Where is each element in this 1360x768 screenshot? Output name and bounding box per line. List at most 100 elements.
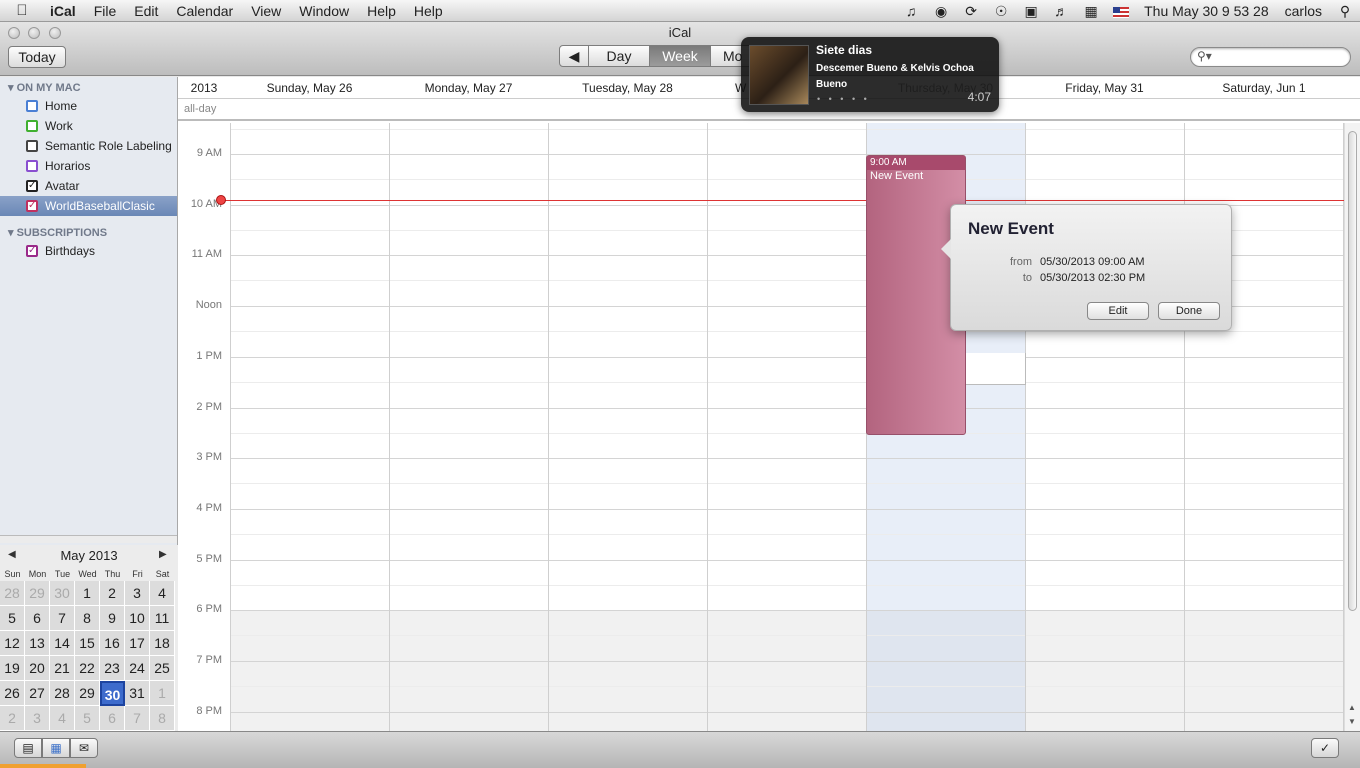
search-input[interactable]: ⚲▾ bbox=[1190, 47, 1351, 67]
spotlight-search-icon[interactable]: ⚲ bbox=[1330, 3, 1360, 20]
mini-day-cell[interactable]: 8 bbox=[150, 706, 175, 731]
sidebar-item-horarios[interactable]: Horarios bbox=[0, 156, 177, 176]
menubar-user[interactable]: carlos bbox=[1277, 3, 1330, 19]
mini-day-cell[interactable]: 3 bbox=[125, 581, 150, 606]
sidebar-item-worldbaseballclasic[interactable]: ✓ WorldBaseballClasic bbox=[0, 196, 177, 216]
mini-day-cell[interactable]: 7 bbox=[125, 706, 150, 731]
mini-day-cell[interactable]: 12 bbox=[0, 631, 25, 656]
sidebar-item-semantic-role-labeling[interactable]: Semantic Role Labeling bbox=[0, 136, 177, 156]
menu-app-ical[interactable]: iCal bbox=[44, 3, 85, 19]
mini-day-cell[interactable]: 8 bbox=[75, 606, 100, 631]
mini-day-cell[interactable]: 6 bbox=[25, 606, 50, 631]
pin-icon[interactable]: ✓ bbox=[1311, 738, 1339, 758]
mini-day-cell[interactable]: 30 bbox=[50, 581, 75, 606]
mini-day-cell[interactable]: 2 bbox=[0, 706, 25, 731]
menu-help[interactable]: Help bbox=[358, 3, 405, 19]
day-header-saturday[interactable]: Saturday, Jun 1 bbox=[1184, 81, 1344, 95]
sidebar-item-birthdays[interactable]: ✓ Birthdays bbox=[0, 241, 177, 261]
scroll-up-arrow-icon[interactable]: ▲ bbox=[1348, 703, 1356, 712]
sidebar-item-home[interactable]: Home bbox=[0, 96, 177, 116]
mini-day-cell[interactable]: 1 bbox=[75, 581, 100, 606]
mini-day-cell[interactable]: 20 bbox=[25, 656, 50, 681]
sidebar-item-work[interactable]: Work bbox=[0, 116, 177, 136]
mini-day-cell[interactable]: 10 bbox=[125, 606, 150, 631]
mini-day-cell[interactable]: 4 bbox=[150, 581, 175, 606]
calendar-checkbox[interactable] bbox=[26, 160, 38, 172]
menu-file[interactable]: File bbox=[85, 3, 126, 19]
mini-day-cell[interactable]: 28 bbox=[50, 681, 75, 706]
mini-day-cell[interactable]: 22 bbox=[75, 656, 100, 681]
mini-day-cell[interactable]: 25 bbox=[150, 656, 175, 681]
day-header-wednesday[interactable]: W bbox=[707, 81, 746, 95]
done-button[interactable]: Done bbox=[1158, 302, 1220, 320]
day-header-friday[interactable]: Friday, May 31 bbox=[1025, 81, 1184, 95]
today-button[interactable]: Today bbox=[8, 46, 66, 68]
accessibility-icon[interactable]: ☉ bbox=[986, 3, 1016, 20]
mini-day-cell[interactable]: 5 bbox=[75, 706, 100, 731]
mini-day-cell[interactable]: 21 bbox=[50, 656, 75, 681]
day-header-monday[interactable]: Monday, May 27 bbox=[389, 81, 548, 95]
section-subscriptions[interactable]: ▾ SUBSCRIPTIONS bbox=[8, 226, 107, 239]
mini-day-cell[interactable]: 4 bbox=[50, 706, 75, 731]
vertical-scrollbar[interactable]: ▲ ▼ bbox=[1344, 123, 1360, 731]
calendar-checkbox[interactable] bbox=[26, 140, 38, 152]
mini-day-cell[interactable]: 5 bbox=[0, 606, 25, 631]
menu-calendar[interactable]: Calendar bbox=[167, 3, 242, 19]
calendar-checkbox-checked[interactable]: ✓ bbox=[26, 200, 38, 212]
mini-day-cell[interactable]: 6 bbox=[100, 706, 125, 731]
next-month-arrow-icon[interactable]: ▶ bbox=[159, 549, 167, 560]
mini-day-cell[interactable]: 2 bbox=[100, 581, 125, 606]
mini-day-cell[interactable]: 16 bbox=[100, 631, 125, 656]
menu-edit[interactable]: Edit bbox=[125, 3, 167, 19]
mini-day-cell[interactable]: 29 bbox=[75, 681, 100, 706]
calendar-checkbox-checked[interactable]: ✓ bbox=[26, 245, 38, 257]
scrollbar-thumb[interactable] bbox=[1348, 131, 1357, 611]
calendar-checkbox[interactable] bbox=[26, 100, 38, 112]
menubar-clock[interactable]: Thu May 30 9 53 28 bbox=[1136, 3, 1277, 19]
mini-day-cell[interactable]: 1 bbox=[150, 681, 175, 706]
notifications-icon[interactable]: ✉ bbox=[70, 738, 98, 758]
sidebar-resize-handle[interactable] bbox=[0, 535, 177, 543]
sync-icon[interactable]: ⟳ bbox=[956, 3, 986, 20]
lock-icon[interactable]: ▣ bbox=[1016, 3, 1046, 20]
apple-menu-icon[interactable]:  bbox=[0, 2, 44, 19]
music-note-icon[interactable]: ♫ bbox=[896, 3, 926, 19]
mini-day-cell[interactable]: 29 bbox=[25, 581, 50, 606]
mini-day-cell[interactable]: 23 bbox=[100, 656, 125, 681]
mini-day-cell[interactable]: 13 bbox=[25, 631, 50, 656]
mini-day-cell[interactable]: 17 bbox=[125, 631, 150, 656]
calendar-list-icon[interactable]: ▤ bbox=[14, 738, 42, 758]
to-value[interactable]: 05/30/2013 02:30 PM bbox=[1040, 272, 1145, 284]
scroll-down-arrow-icon[interactable]: ▼ bbox=[1348, 717, 1356, 726]
mini-day-cell[interactable]: 15 bbox=[75, 631, 100, 656]
from-value[interactable]: 05/30/2013 09:00 AM bbox=[1040, 256, 1145, 268]
sidebar-item-avatar[interactable]: ✓ Avatar bbox=[0, 176, 177, 196]
mini-day-cell[interactable]: 7 bbox=[50, 606, 75, 631]
mini-day-cell[interactable]: 27 bbox=[25, 681, 50, 706]
menu-view[interactable]: View bbox=[242, 3, 290, 19]
day-header-tuesday[interactable]: Tuesday, May 28 bbox=[548, 81, 707, 95]
mini-day-cell[interactable]: 31 bbox=[125, 681, 150, 706]
mini-month-toggle-icon[interactable]: ▦ bbox=[42, 738, 70, 758]
mini-day-cell[interactable]: 24 bbox=[125, 656, 150, 681]
color-wheel-icon[interactable]: ◉ bbox=[926, 3, 956, 20]
mini-day-cell[interactable]: 14 bbox=[50, 631, 75, 656]
mini-day-cell[interactable]: 19 bbox=[0, 656, 25, 681]
mini-day-cell[interactable]: 28 bbox=[0, 581, 25, 606]
mini-day-cell[interactable]: 9 bbox=[100, 606, 125, 631]
mini-day-cell[interactable]: 3 bbox=[25, 706, 50, 731]
mini-day-cell[interactable]: 26 bbox=[0, 681, 25, 706]
popover-title[interactable]: New Event bbox=[968, 219, 1054, 239]
flag-icon[interactable] bbox=[1106, 3, 1136, 19]
now-playing-notification[interactable]: Siete dias Descemer Bueno & Kelvis Ochoa… bbox=[741, 37, 999, 112]
mini-day-cell[interactable]: 18 bbox=[150, 631, 175, 656]
input-icon[interactable]: ▦ bbox=[1076, 3, 1106, 20]
edit-button[interactable]: Edit bbox=[1087, 302, 1149, 320]
menu-help-2[interactable]: Help bbox=[405, 3, 452, 19]
mini-day-cell[interactable]: 30 bbox=[100, 681, 125, 706]
day-header-sunday[interactable]: Sunday, May 26 bbox=[230, 81, 389, 95]
calendar-checkbox[interactable] bbox=[26, 120, 38, 132]
calendar-checkbox-checked[interactable]: ✓ bbox=[26, 180, 38, 192]
previous-week-button[interactable]: ◀ bbox=[559, 45, 589, 67]
mini-day-cell[interactable]: 11 bbox=[150, 606, 175, 631]
